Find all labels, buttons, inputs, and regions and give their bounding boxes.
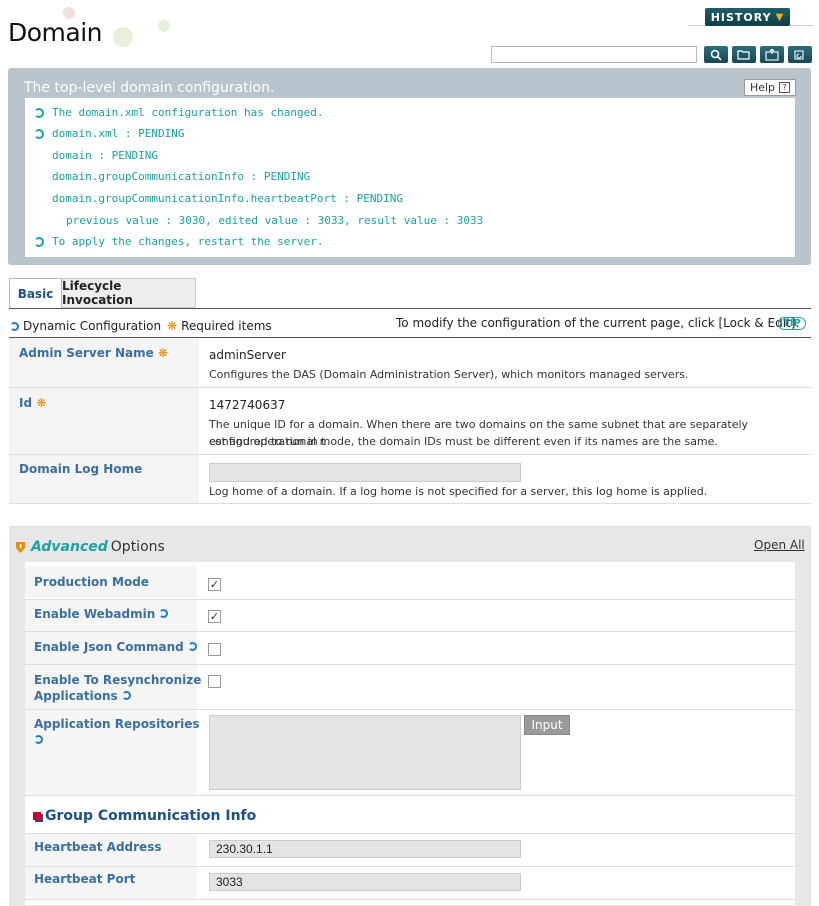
open-folder-button[interactable]	[732, 46, 756, 63]
divider	[25, 899, 795, 900]
enable-webadmin-label: Enable Webadmin	[34, 606, 169, 622]
message-line: previous value : 3030, edited value : 30…	[66, 214, 484, 227]
input-button[interactable]: Input	[524, 715, 570, 735]
application-repositories-label: Application Repositories	[34, 716, 199, 748]
enable-resync-checkbox[interactable]	[208, 675, 221, 688]
sync-icon	[10, 321, 19, 331]
sync-icon	[34, 108, 44, 118]
decor-circle	[158, 20, 170, 32]
message-line: domain.groupCommunicationInfo : PENDING	[52, 170, 311, 183]
sync-icon	[159, 609, 169, 618]
legend-dynamic-label: Dynamic Configuration	[23, 319, 162, 333]
message-line: The domain.xml configuration has changed…	[52, 106, 324, 119]
advanced-word: Advanced	[31, 539, 108, 555]
search-icon	[710, 49, 722, 61]
enable-resync-label: Enable To Resynchronize Applications	[34, 673, 202, 703]
required-icon: ❋	[36, 396, 47, 410]
advanced-options-title[interactable]: Advanced Options	[15, 539, 165, 555]
application-repositories-list[interactable]	[209, 715, 521, 790]
search-button[interactable]	[704, 46, 728, 63]
tab-basic[interactable]: Basic	[9, 278, 62, 308]
legend-required-label: Required items	[181, 319, 272, 333]
open-folder-icon	[737, 50, 750, 60]
id-desc-line2: est and operational mode, the domain IDs…	[209, 435, 718, 448]
message-line: domain.xml : PENDING	[52, 127, 185, 140]
domain-log-home-desc: Log home of a domain. If a log home is n…	[209, 485, 708, 498]
lock-edit-note: To modify the configuration of the curre…	[396, 316, 800, 330]
chevron-down-icon: ▼	[775, 11, 785, 23]
sync-icon	[34, 735, 43, 744]
heartbeat-port-label: Heartbeat Port	[34, 872, 136, 886]
page-title: Domain	[8, 18, 103, 47]
id-label: Id ❋	[19, 396, 47, 410]
admin-server-name-value: adminServer	[209, 348, 286, 362]
production-mode-label: Production Mode	[34, 575, 149, 589]
sync-icon	[34, 129, 44, 139]
open-all-link[interactable]: Open All	[754, 538, 805, 552]
admin-server-name-label: Admin Server Name ❋	[19, 346, 169, 360]
domain-log-home-field[interactable]	[209, 463, 521, 482]
domain-log-home-label: Domain Log Home	[19, 462, 143, 476]
divider	[25, 795, 795, 796]
tab-lifecycle-invocation[interactable]: Lifecycle Invocation	[62, 278, 196, 308]
divider	[9, 503, 811, 504]
sync-icon	[121, 691, 131, 700]
search-input[interactable]	[491, 46, 697, 63]
history-label: HISTORY	[710, 10, 772, 24]
id-value: 1472740637	[209, 398, 286, 412]
heartbeat-port-field[interactable]	[209, 873, 521, 891]
message-line: domain.groupCommunicationInfo.heartbeatP…	[52, 192, 403, 205]
help-label: Help	[749, 81, 776, 94]
refresh-button[interactable]	[788, 46, 812, 63]
xml-export-icon	[765, 48, 779, 61]
legend-required: ❋ Required items	[167, 319, 272, 333]
enable-json-command-checkbox[interactable]	[208, 643, 221, 656]
legend-dynamic: Dynamic Configuration	[10, 319, 161, 333]
xml-export-button[interactable]	[760, 46, 784, 63]
group-communication-heading: Group Communication Info	[33, 808, 256, 824]
required-icon: ❋	[157, 346, 169, 360]
tip-badge[interactable]: TIP	[778, 317, 806, 330]
production-mode-checkbox[interactable]: ✓	[208, 578, 221, 591]
help-button[interactable]: Help ?	[744, 79, 796, 96]
message-line: domain : PENDING	[52, 149, 158, 162]
sync-icon	[187, 642, 197, 651]
admin-server-name-desc: Configures the DAS (Domain Administratio…	[209, 368, 689, 381]
options-word: Options	[110, 539, 165, 555]
enable-webadmin-checkbox[interactable]: ✓	[208, 610, 221, 623]
enable-json-command-label: Enable Json Command	[34, 639, 197, 655]
heartbeat-address-field[interactable]	[209, 840, 521, 858]
question-icon: ?	[779, 82, 791, 93]
divider	[9, 308, 811, 309]
message-title: The top-level domain configuration.	[24, 80, 275, 96]
sync-icon	[34, 237, 44, 247]
message-line: To apply the changes, restart the server…	[52, 235, 324, 248]
decor-circle	[113, 27, 133, 47]
section-icon	[33, 812, 41, 820]
required-icon: ❋	[167, 319, 178, 333]
history-button[interactable]: HISTORY ▼	[705, 8, 790, 26]
refresh-icon	[794, 49, 804, 60]
heartbeat-address-label: Heartbeat Address	[34, 840, 162, 854]
shield-alert-icon	[16, 541, 25, 553]
